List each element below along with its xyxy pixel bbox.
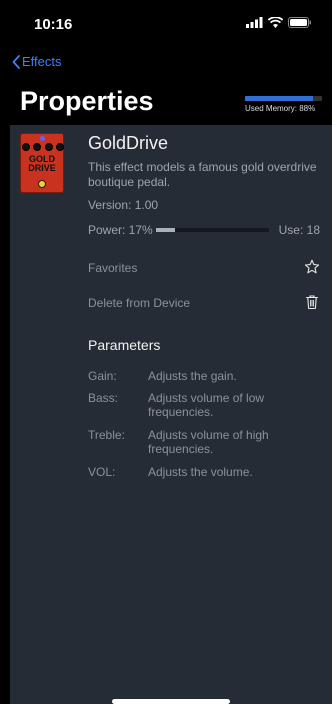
effect-name: GoldDrive xyxy=(88,133,169,153)
trash-icon[interactable] xyxy=(304,294,320,310)
effect-description: This effect models a famous gold overdri… xyxy=(88,160,317,189)
pedal-footswitch xyxy=(38,180,46,188)
pedal-knob xyxy=(22,143,30,151)
pedal-knob xyxy=(44,143,53,151)
parameter-name: Gain: xyxy=(88,369,117,383)
parameter-description: Adjusts the volume. xyxy=(148,465,253,479)
delete-row[interactable]: Delete from Device xyxy=(88,294,320,312)
power-label: Power: 17% xyxy=(88,223,153,237)
back-button[interactable]: Effects xyxy=(12,54,62,69)
delete-label: Delete from Device xyxy=(88,296,191,310)
properties-panel: GOLD DRIVE GoldDrive This effect models … xyxy=(10,125,332,704)
memory-fill xyxy=(245,96,313,101)
pedal-knob xyxy=(33,143,42,151)
power-bar xyxy=(156,228,269,232)
parameter-name: Bass: xyxy=(88,391,119,405)
parameter-name: VOL: xyxy=(88,465,116,479)
use-label: Use: 18 xyxy=(278,223,320,237)
parameter-description: Adjusts the gain. xyxy=(148,369,237,383)
status-time: 10:16 xyxy=(34,16,73,33)
effect-version: Version: 1.00 xyxy=(88,198,159,212)
pedal-led xyxy=(40,136,45,141)
wifi-icon xyxy=(268,17,283,28)
pedal-label: GOLD DRIVE xyxy=(21,155,63,173)
parameter-description: Adjusts volume of high frequencies. xyxy=(148,428,269,456)
status-bar: 10:16 xyxy=(0,0,332,48)
memory-track xyxy=(245,96,322,101)
back-label: Effects xyxy=(22,54,62,69)
page-title: Properties xyxy=(20,86,154,116)
power-fill xyxy=(156,228,176,232)
parameter-name: Treble: xyxy=(88,428,125,442)
battery-icon xyxy=(288,17,311,28)
signal-icon xyxy=(246,17,263,28)
home-indicator xyxy=(112,699,230,704)
memory-meter: Used Memory: 88% xyxy=(245,96,322,113)
chevron-left-icon xyxy=(12,54,20,69)
parameters-heading: Parameters xyxy=(88,337,161,353)
parameter-description: Adjusts volume of low frequencies. xyxy=(148,391,265,419)
pedal-knob xyxy=(55,143,64,151)
star-icon[interactable] xyxy=(304,259,320,275)
favorites-row[interactable]: Favorites xyxy=(88,259,320,277)
status-icons xyxy=(246,17,312,28)
pedal-label-line2: DRIVE xyxy=(28,163,56,173)
pedal-knobs xyxy=(22,143,64,151)
power-row: Power: 17% Use: 18 xyxy=(88,223,320,237)
memory-label: Used Memory: 88% xyxy=(245,104,316,113)
pedal-image: GOLD DRIVE xyxy=(20,133,64,193)
favorites-label: Favorites xyxy=(88,261,138,275)
